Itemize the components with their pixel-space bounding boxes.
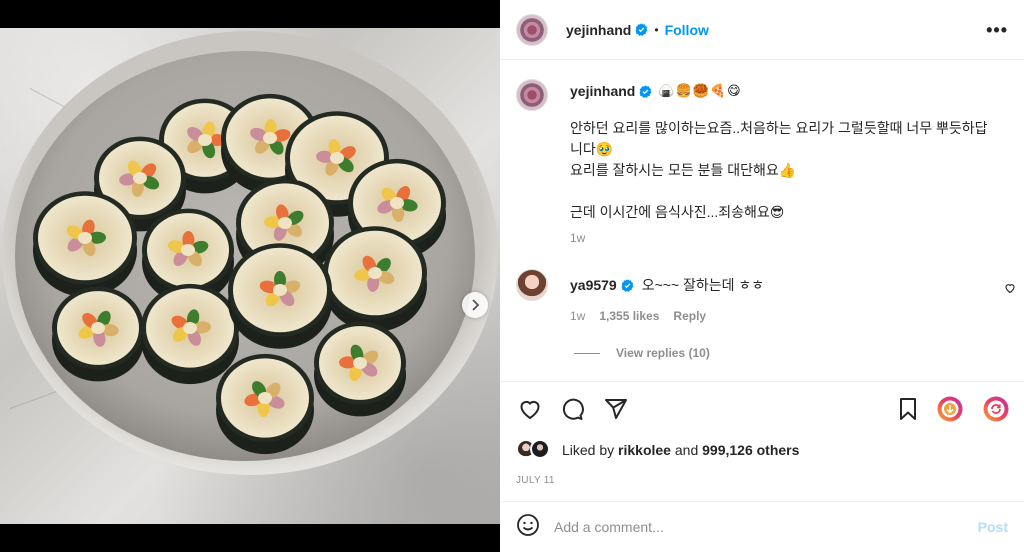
follow-button[interactable]: Follow [665, 22, 709, 38]
post-media [0, 0, 500, 552]
download-extension-icon[interactable] [936, 395, 964, 423]
gimbap-roll [141, 283, 239, 385]
replies-divider-line [574, 352, 600, 354]
comment-like-heart-icon[interactable] [1004, 281, 1016, 299]
caption-text: 안하던 요리를 많이하는요즘..처음하는 요리가 그럴듯할때 너무 뿌듯하답니다… [570, 120, 988, 220]
gimbap-roll [33, 191, 137, 297]
comment-likes-count[interactable]: 1,355 likes [599, 309, 659, 323]
gimbap-plate-image [2, 31, 498, 475]
liked-by-others[interactable]: 999,126 others [702, 442, 799, 458]
view-replies-button[interactable]: View replies (10) [574, 346, 710, 360]
post-photo[interactable] [0, 28, 500, 524]
like-heart-icon[interactable] [516, 395, 544, 423]
share-send-icon[interactable] [602, 395, 630, 423]
liker-avatar[interactable] [530, 439, 550, 459]
chevron-right-icon [472, 299, 480, 311]
verified-badge-icon [635, 23, 648, 36]
gimbap-roll [52, 286, 144, 382]
commenter-avatar[interactable] [516, 269, 548, 301]
caption-emojis: 🍙🍔🥮🍕😋 [658, 83, 742, 98]
next-slide-button[interactable] [462, 292, 488, 318]
post-actions-section: Liked by rikkolee and 999,126 others JUL… [500, 381, 1024, 501]
caption-timestamp[interactable]: 1w [570, 231, 585, 245]
liked-by-and: and [674, 442, 699, 458]
liked-by-row: Liked by rikkolee and 999,126 others [516, 439, 799, 461]
post-comment-button[interactable]: Post [978, 519, 1008, 535]
caption-author-username[interactable]: yejinhand [570, 83, 635, 99]
author-username[interactable]: yejinhand [566, 22, 631, 38]
header-separator: • [654, 22, 659, 37]
post-header: yejinhand • Follow ••• [500, 0, 1024, 60]
repost-extension-icon[interactable] [982, 395, 1010, 423]
post-date[interactable]: JULY 11 [516, 475, 555, 486]
liked-by-user[interactable]: rikkolee [618, 442, 671, 458]
verified-badge-icon [639, 84, 652, 98]
gimbap-roll [228, 243, 332, 349]
commenter-username[interactable]: ya9579 [570, 277, 617, 293]
add-comment-bar: Post [500, 501, 1024, 552]
gimbap-roll [314, 321, 406, 417]
gimbap-roll [216, 353, 314, 455]
gimbap-roll [323, 226, 427, 332]
verified-badge-icon [621, 278, 634, 292]
action-bar [516, 395, 1012, 423]
emoji-picker-icon[interactable] [516, 513, 540, 542]
reply-button[interactable]: Reply [673, 309, 706, 323]
caption: yejinhand 🍙🍔🥮🍕😋 안하던 요리를 많이하는요즘..처음하는 요리가… [500, 61, 1024, 251]
comment-text: 오~~~ 잘하는데 ㅎㅎ [641, 277, 765, 293]
comment-bubble-icon[interactable] [558, 395, 586, 423]
post-detail-panel: yejinhand • Follow ••• yejinhand 🍙🍔🥮🍕😋 안… [500, 0, 1024, 552]
comments-list[interactable]: yejinhand 🍙🍔🥮🍕😋 안하던 요리를 많이하는요즘..처음하는 요리가… [500, 61, 1024, 381]
liked-by-avatars[interactable] [516, 439, 556, 461]
view-replies-label: View replies (10) [616, 346, 710, 360]
comment-timestamp[interactable]: 1w [570, 309, 585, 323]
caption-author-avatar[interactable] [516, 79, 548, 111]
liked-by-prefix: Liked by [562, 442, 615, 458]
comment-input[interactable] [554, 519, 944, 535]
more-options-icon[interactable]: ••• [986, 20, 1008, 41]
comment-item: ya9579 오~~~ 잘하는데 ㅎㅎ 1w 1,355 likes Reply… [500, 267, 1024, 377]
save-bookmark-icon[interactable] [894, 395, 922, 423]
author-avatar[interactable] [516, 13, 548, 46]
